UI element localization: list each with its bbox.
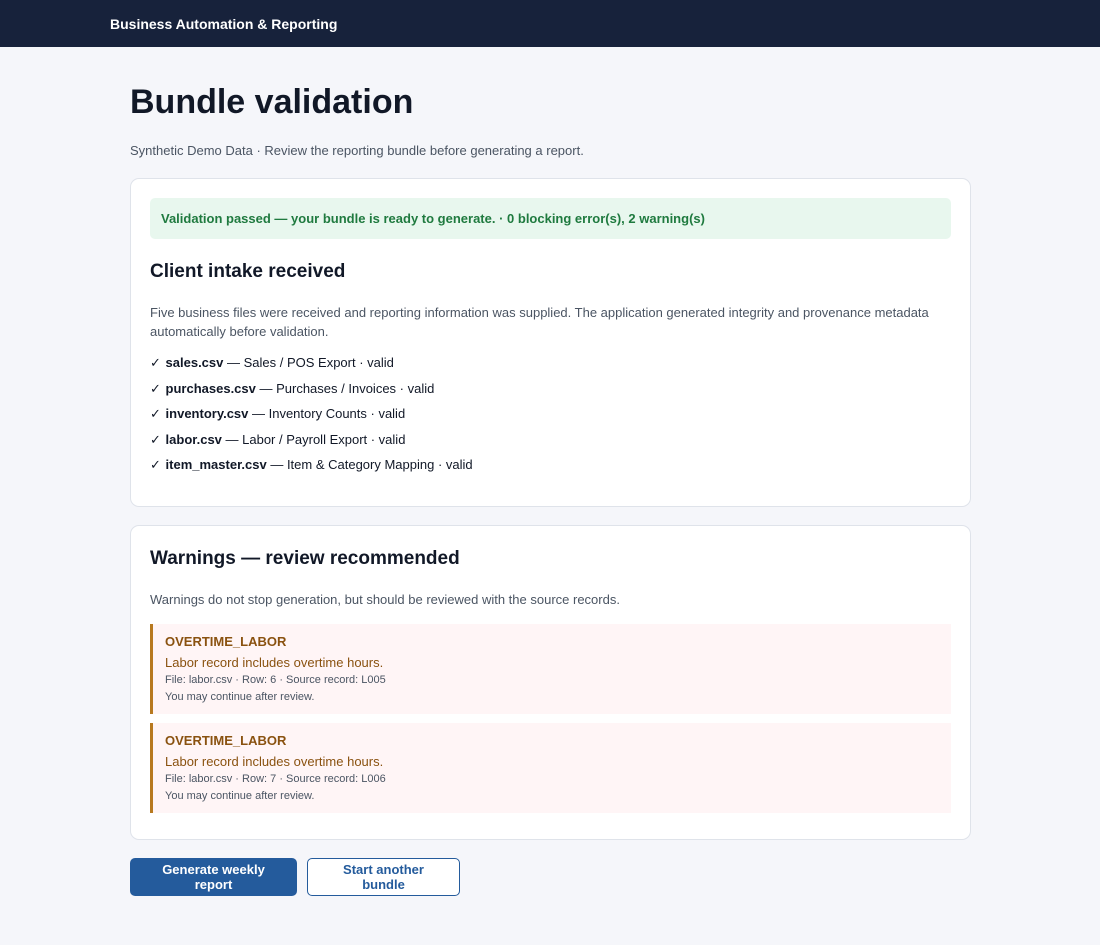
intake-heading: Client intake received bbox=[150, 261, 346, 282]
file-detail: — Inventory Counts · valid bbox=[248, 406, 406, 422]
page-title: Bundle validation bbox=[130, 83, 414, 121]
check-icon: ✓ bbox=[150, 431, 161, 447]
warning-item: OVERTIME_LABOR Labor record includes ove… bbox=[150, 723, 951, 813]
page-subtitle: Synthetic Demo Data · Review the reporti… bbox=[130, 143, 584, 158]
warning-message: Labor record includes overtime hours. bbox=[165, 754, 384, 769]
start-another-bundle-button[interactable]: Start another bundle bbox=[307, 858, 460, 896]
warning-message: Labor record includes overtime hours. bbox=[165, 655, 384, 670]
warnings-card: Warnings — review recommended Warnings d… bbox=[130, 525, 971, 840]
file-detail: — Item & Category Mapping · valid bbox=[266, 457, 473, 473]
warnings-list: OVERTIME_LABOR Labor record includes ove… bbox=[150, 624, 951, 813]
warning-source: File: labor.csv · Row: 7 · Source record… bbox=[165, 773, 386, 785]
file-item-purchases: ✓ purchases.csv — Purchases / Invoices ·… bbox=[150, 379, 951, 405]
intake-card: Validation passed — your bundle is ready… bbox=[130, 178, 971, 507]
file-detail: — Labor / Payroll Export · valid bbox=[221, 431, 406, 447]
warning-note: You may continue after review. bbox=[165, 691, 315, 703]
file-name: purchases.csv bbox=[165, 380, 256, 396]
generate-weekly-report-button[interactable]: Generate weekly report bbox=[130, 858, 297, 896]
action-bar: Generate weekly report Start another bun… bbox=[130, 858, 971, 896]
file-name: sales.csv bbox=[165, 355, 224, 370]
file-detail: — Purchases / Invoices · valid bbox=[255, 380, 435, 396]
file-name: item_master.csv bbox=[165, 457, 267, 473]
check-icon: ✓ bbox=[150, 380, 161, 396]
check-icon: ✓ bbox=[150, 406, 161, 422]
check-icon: ✓ bbox=[150, 355, 161, 370]
file-item-sales: ✓ sales.csv — Sales / POS Export · valid bbox=[150, 353, 951, 379]
warning-item: OVERTIME_LABOR Labor record includes ove… bbox=[150, 624, 951, 714]
check-icon: ✓ bbox=[150, 457, 161, 473]
warnings-heading: Warnings — review recommended bbox=[150, 548, 460, 569]
file-detail: — Sales / POS Export · valid bbox=[223, 355, 394, 370]
main-content: Bundle validation Synthetic Demo Data · … bbox=[130, 47, 971, 896]
warnings-description: Warnings do not stop generation, but sho… bbox=[150, 592, 620, 607]
file-item-labor: ✓ labor.csv — Labor / Payroll Export · v… bbox=[150, 430, 951, 456]
file-name: labor.csv bbox=[165, 431, 222, 447]
brand-link[interactable]: Business Automation & Reporting bbox=[110, 16, 337, 32]
warning-code: OVERTIME_LABOR bbox=[165, 634, 287, 649]
top-navbar: Business Automation & Reporting bbox=[0, 0, 1100, 47]
file-item-inventory: ✓ inventory.csv — Inventory Counts · val… bbox=[150, 404, 951, 430]
warning-source: File: labor.csv · Row: 6 · Source record… bbox=[165, 674, 386, 686]
file-name: inventory.csv bbox=[165, 406, 249, 422]
file-list: ✓ sales.csv — Sales / POS Export · valid… bbox=[150, 353, 951, 481]
warning-code: OVERTIME_LABOR bbox=[165, 733, 287, 748]
validation-status-alert: Validation passed — your bundle is ready… bbox=[150, 198, 951, 239]
file-item-item-master: ✓ item_master.csv — Item & Category Mapp… bbox=[150, 455, 951, 481]
warning-note: You may continue after review. bbox=[165, 790, 315, 802]
intake-description: Five business files were received and re… bbox=[150, 305, 929, 339]
